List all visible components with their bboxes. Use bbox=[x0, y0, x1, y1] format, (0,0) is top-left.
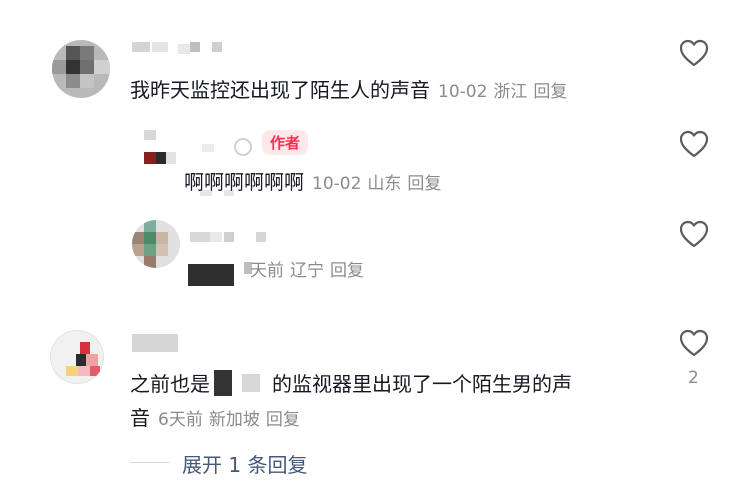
heart-outline-icon bbox=[679, 329, 709, 357]
comment-date: 10-02 bbox=[438, 82, 488, 102]
expand-divider bbox=[130, 462, 170, 463]
comment-location: 浙江 bbox=[493, 82, 528, 102]
reply-button[interactable]: 回复 bbox=[330, 261, 364, 281]
comment-text: 之前也是 bbox=[130, 368, 210, 397]
reply-button[interactable]: 回复 bbox=[533, 82, 567, 102]
expand-replies-button[interactable]: 展开 1 条回复 bbox=[182, 449, 307, 478]
reply-button[interactable]: 回复 bbox=[266, 410, 300, 430]
reply-button[interactable]: 回复 bbox=[407, 174, 441, 194]
comment-text: 啊啊啊啊啊啊 10-02 山东 回复 bbox=[184, 166, 447, 195]
comment-date: 10-02 bbox=[312, 174, 362, 194]
heart-outline-icon bbox=[679, 39, 709, 67]
comment-body-part1: 之前也是 bbox=[130, 372, 210, 396]
comment-text: 天前 辽宁 回复 bbox=[250, 256, 370, 281]
heart-outline-icon bbox=[679, 130, 709, 158]
like-count: 2 bbox=[688, 368, 699, 388]
blurred-segment bbox=[214, 370, 232, 396]
like-button[interactable] bbox=[678, 219, 710, 249]
author-badge: 作者 bbox=[262, 130, 309, 155]
comment-body: 我昨天监控还出现了陌生人的声音 bbox=[130, 78, 430, 102]
comment-date: 6天前 bbox=[158, 410, 203, 430]
avatar[interactable] bbox=[132, 220, 180, 268]
comment-body: 啊啊啊啊啊啊 bbox=[184, 170, 304, 194]
comment-text: 音 6天前 新加坡 回复 bbox=[130, 402, 306, 431]
like-button[interactable] bbox=[678, 38, 710, 68]
comment-location: 辽宁 bbox=[290, 261, 324, 281]
comment-text: 的监视器里出现了一个陌生男的声 bbox=[272, 368, 572, 397]
comment-body-part2: 的监视器里出现了一个陌生男的声 bbox=[272, 372, 572, 396]
blurred-segment bbox=[242, 374, 260, 392]
heart-outline-icon bbox=[679, 220, 709, 248]
avatar[interactable] bbox=[52, 40, 110, 98]
like-button[interactable] bbox=[678, 129, 710, 159]
comment-text: 我昨天监控还出现了陌生人的声音 10-02 浙江 回复 bbox=[130, 74, 573, 103]
like-button[interactable] bbox=[678, 328, 710, 358]
comment-location: 新加坡 bbox=[208, 410, 260, 430]
comment-location: 山东 bbox=[367, 174, 402, 194]
avatar[interactable] bbox=[50, 330, 104, 384]
comment-body-line2: 音 bbox=[130, 406, 150, 430]
avatar[interactable] bbox=[140, 130, 182, 172]
comment-date: 天前 bbox=[250, 261, 284, 281]
